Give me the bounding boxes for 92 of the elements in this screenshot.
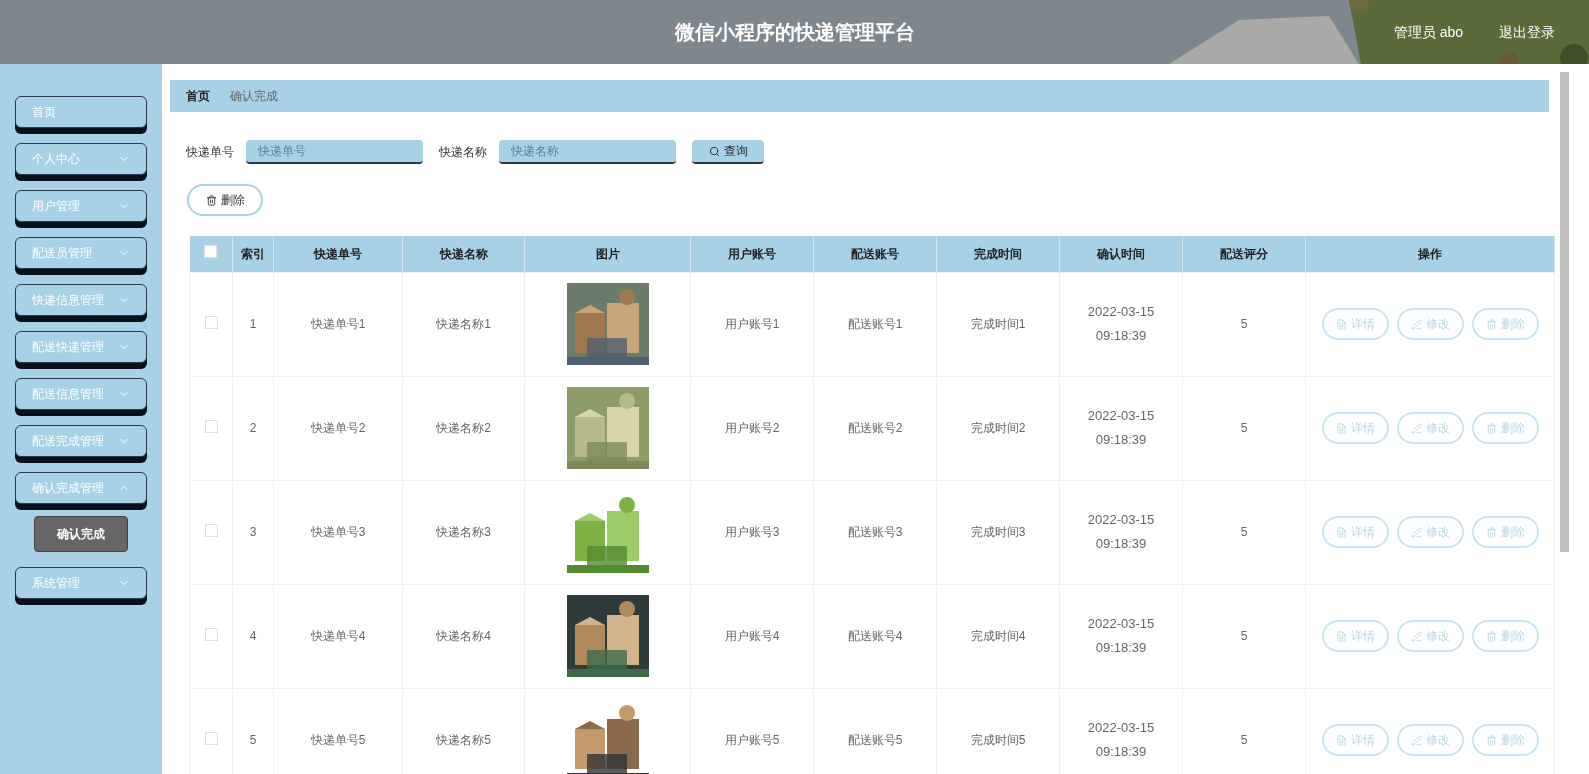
column-header: 快递名称 — [402, 236, 525, 272]
table-cell: 完成时间4 — [936, 584, 1060, 688]
trash-icon — [1485, 318, 1497, 330]
table-cell: 完成时间1 — [936, 272, 1060, 376]
checkbox[interactable] — [204, 731, 218, 745]
pen-icon — [1410, 734, 1422, 746]
trash-icon — [1485, 422, 1497, 434]
detail-button[interactable]: 详情 — [1321, 516, 1389, 548]
table-cell: 快递名称1 — [402, 272, 525, 376]
delete-button[interactable]: 删除 — [1471, 308, 1539, 340]
table-cell: 2022-03-15 09:18:39 — [1059, 272, 1183, 376]
search-field[interactable]: 快递单号 — [246, 140, 423, 164]
trash-icon — [205, 194, 217, 206]
table-cell: 配送账号2 — [813, 376, 937, 480]
app-title: 微信小程序的快递管理平台 — [674, 20, 915, 45]
breadcrumb-link[interactable]: 首页 — [186, 88, 210, 104]
edit-button[interactable]: 修改 — [1396, 620, 1464, 652]
column-header: 用户账号 — [690, 236, 814, 272]
edit-button[interactable]: 修改 — [1396, 516, 1464, 548]
detail-button[interactable]: 详情 — [1321, 620, 1389, 652]
detail-button[interactable]: 详情 — [1321, 724, 1389, 756]
user-name: 管理员 abo — [1393, 23, 1463, 42]
sidebar-subitem[interactable]: 确认完成 — [34, 516, 128, 552]
delete-button[interactable]: 删除 — [1471, 412, 1539, 444]
document-icon — [1335, 422, 1347, 434]
table-cell: 1 — [232, 272, 274, 376]
table-cell: 完成时间3 — [936, 480, 1060, 584]
table-cell: 用户账号4 — [690, 584, 814, 688]
document-icon — [1335, 734, 1347, 746]
delete-button[interactable]: 删除 — [187, 184, 263, 216]
column-header: 完成时间 — [936, 236, 1060, 272]
table-cell: 用户账号2 — [690, 376, 814, 480]
table-cell: 用户账号1 — [690, 272, 814, 376]
table-cell: 配送账号4 — [813, 584, 937, 688]
table-cell: 快递单号3 — [273, 480, 403, 584]
trash-icon — [1485, 526, 1497, 538]
search-icon — [708, 145, 720, 157]
table-cell: 2022-03-15 09:18:39 — [1059, 376, 1183, 480]
column-header: 配送账号 — [813, 236, 937, 272]
table-cell: 4 — [232, 584, 274, 688]
checkbox[interactable] — [204, 315, 218, 329]
checkbox[interactable] — [204, 627, 218, 641]
delete-button[interactable]: 删除 — [1471, 620, 1539, 652]
table-cell: 快递单号1 — [273, 272, 403, 376]
pen-icon — [1410, 630, 1422, 642]
document-icon — [1335, 630, 1347, 642]
table-cell: 快递单号4 — [273, 584, 403, 688]
edit-button[interactable]: 修改 — [1396, 412, 1464, 444]
detail-button[interactable]: 详情 — [1321, 308, 1389, 340]
search-button[interactable]: 查询 — [692, 140, 764, 164]
pen-icon — [1410, 318, 1422, 330]
checkbox[interactable] — [204, 419, 218, 433]
table-cell: 快递单号2 — [273, 376, 403, 480]
edit-button[interactable]: 修改 — [1396, 308, 1464, 340]
table-cell: 2022-03-15 09:18:39 — [1059, 584, 1183, 688]
table-cell: 5 — [1182, 584, 1306, 688]
breadcrumb-link[interactable]: 确认完成 — [230, 88, 278, 104]
table-cell: 5 — [1182, 272, 1306, 376]
logout-link[interactable]: 退出登录 — [1499, 22, 1555, 42]
column-header: 图片 — [524, 236, 691, 272]
column-header: 快递单号 — [273, 236, 403, 272]
trash-icon — [1485, 734, 1497, 746]
table-cell: 2022-03-15 09:18:39 — [1059, 480, 1183, 584]
pen-icon — [1410, 422, 1422, 434]
table-cell: 2 — [232, 376, 274, 480]
table-cell: 完成时间2 — [936, 376, 1060, 480]
table-cell: 配送账号3 — [813, 480, 937, 584]
column-header: 配送评分 — [1182, 236, 1306, 272]
table-cell: 用户账号3 — [690, 480, 814, 584]
document-icon — [1335, 526, 1347, 538]
table-cell: 配送账号1 — [813, 272, 937, 376]
pen-icon — [1410, 526, 1422, 538]
table-cell: 快递名称2 — [402, 376, 525, 480]
edit-button[interactable]: 修改 — [1396, 724, 1464, 756]
delete-button[interactable]: 删除 — [1471, 724, 1539, 756]
field-label: 快递单号 — [186, 144, 234, 160]
table-cell: 快递名称3 — [402, 480, 525, 584]
checkbox[interactable] — [204, 523, 218, 537]
column-header: 索引 — [232, 236, 274, 272]
detail-button[interactable]: 详情 — [1321, 412, 1389, 444]
trash-icon — [1485, 630, 1497, 642]
column-header: 操作 — [1305, 236, 1555, 272]
checkbox[interactable] — [204, 245, 218, 259]
table-cell: 快递名称4 — [402, 584, 525, 688]
table-cell: 3 — [232, 480, 274, 584]
column-header: 确认时间 — [1059, 236, 1183, 272]
field-label: 快递名称 — [439, 144, 487, 160]
table-cell: 5 — [1182, 480, 1306, 584]
search-field[interactable]: 快递名称 — [499, 140, 676, 164]
document-icon — [1335, 318, 1347, 330]
delete-button[interactable]: 删除 — [1471, 516, 1539, 548]
table-cell: 5 — [1182, 376, 1306, 480]
